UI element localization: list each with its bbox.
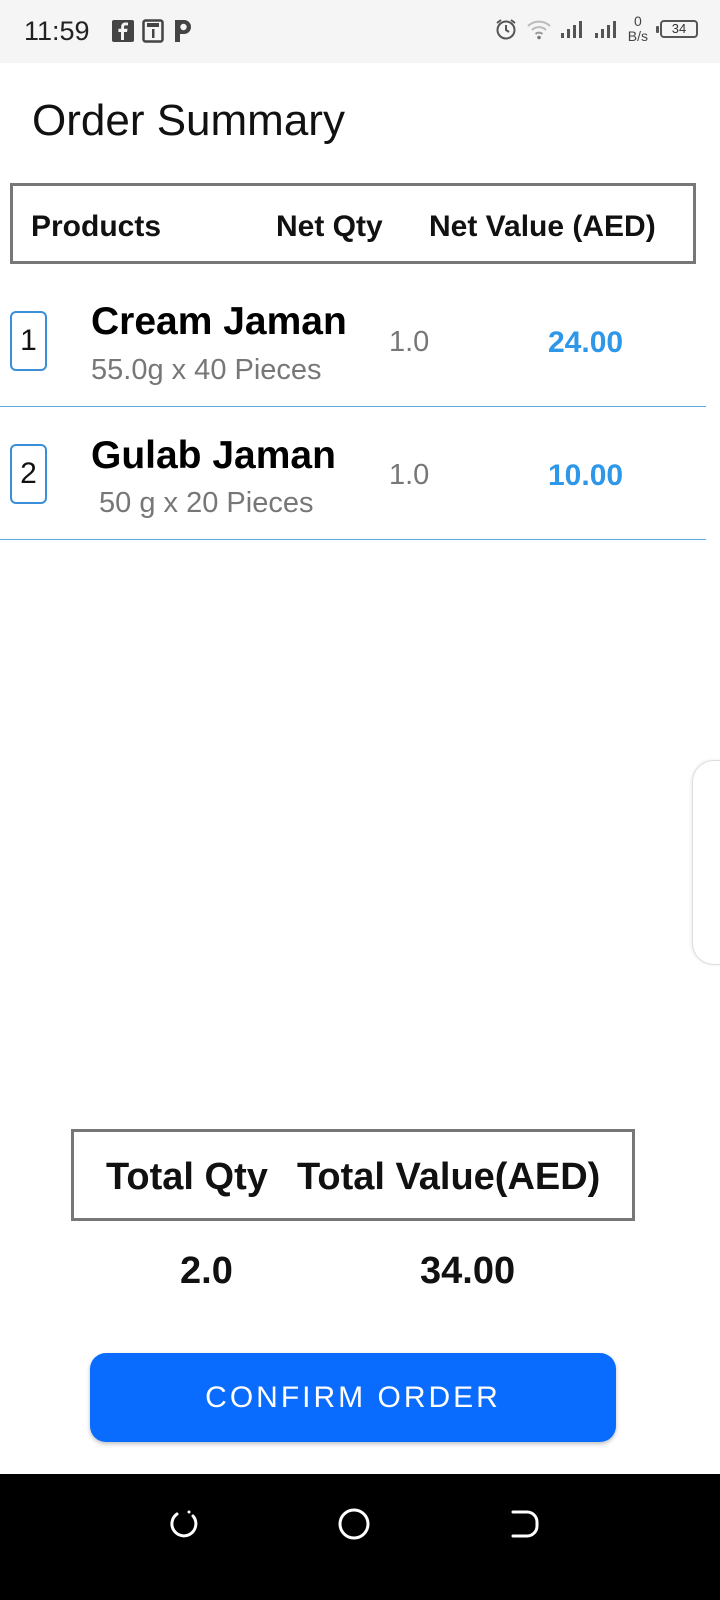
table-row[interactable]: 2 Gulab Jaman 50 g x 20 Pieces 1.0 10.00 (0, 407, 706, 540)
product-description: 55.0g x 40 Pieces (91, 354, 322, 386)
page-title: Order Summary (32, 96, 345, 145)
row-index: 1 (10, 311, 47, 371)
product-qty: 1.0 (389, 326, 430, 358)
side-panel-handle[interactable] (692, 760, 720, 965)
confirm-order-button[interactable]: CONFIRM ORDER (90, 1353, 616, 1442)
product-name: Gulab Jaman (91, 434, 336, 477)
facebook-icon (112, 20, 134, 42)
network-speed: 0 B/s (628, 14, 648, 44)
notification-icons (112, 18, 194, 44)
home-icon[interactable] (334, 1504, 374, 1544)
total-qty-label: Total Qty (106, 1156, 268, 1198)
header-products: Products (31, 210, 162, 243)
table-header: Products Net Qty Net Value (AED) (10, 183, 696, 264)
recent-apps-icon[interactable] (503, 1504, 543, 1544)
product-qty: 1.0 (389, 459, 430, 491)
product-description: 50 g x 20 Pieces (91, 487, 314, 519)
signal-icon-2 (594, 21, 616, 38)
total-qty-value: 2.0 (180, 1250, 233, 1292)
alarm-icon (496, 19, 516, 40)
battery-level: 34 (671, 21, 687, 36)
network-speed-unit: B/s (627, 28, 648, 44)
status-time: 11:59 (24, 16, 90, 46)
battery-icon: 34 (656, 20, 698, 38)
product-value: 10.00 (548, 459, 624, 492)
product-name: Cream Jaman (91, 300, 347, 343)
status-bar: 11:59 0 B/s 34 (0, 0, 720, 63)
total-value-label: Total Value(AED) (297, 1156, 601, 1198)
network-speed-value: 0 (633, 13, 642, 29)
totals-header: Total Qty Total Value(AED) (71, 1129, 635, 1221)
sim-icon (142, 19, 164, 43)
back-icon[interactable] (163, 1504, 203, 1544)
header-net-value: Net Value (AED) (429, 210, 656, 243)
navigation-bar (0, 1474, 720, 1600)
wifi-icon (527, 20, 551, 40)
product-value: 24.00 (548, 326, 624, 359)
status-right: 0 B/s 34 (494, 14, 698, 44)
table-row[interactable]: 1 Cream Jaman 55.0g x 40 Pieces 1.0 24.0… (0, 274, 706, 407)
row-index: 2 (10, 444, 47, 504)
header-net-qty: Net Qty (276, 210, 383, 243)
signal-icon (560, 21, 582, 38)
total-value-amount: 34.00 (420, 1250, 516, 1292)
paytm-icon (175, 20, 191, 42)
